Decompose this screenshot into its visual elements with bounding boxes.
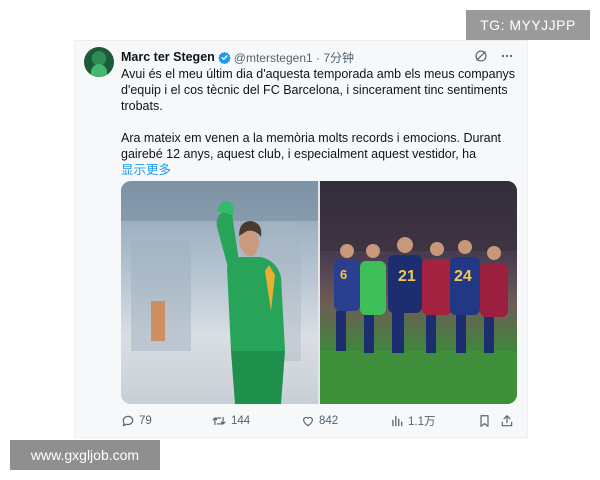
like-button[interactable]: 842 xyxy=(301,414,390,428)
retweet-button[interactable]: 144 xyxy=(211,414,301,428)
grok-icon[interactable] xyxy=(473,48,489,64)
action-bar: 79 144 842 1.1万 xyxy=(121,411,521,431)
tweet-paragraph-1: Avui és el meu últim dia d'aquesta tempo… xyxy=(121,67,516,113)
svg-text:21: 21 xyxy=(398,268,416,285)
more-icon[interactable] xyxy=(499,48,515,64)
retweet-icon xyxy=(212,416,226,426)
header-icons xyxy=(473,48,515,64)
display-name[interactable]: Marc ter Stegen xyxy=(121,50,215,64)
tweet-paragraph-2: Ara mateix em venen a la memòria molts r… xyxy=(121,131,502,161)
goalkeeper-illustration xyxy=(121,181,318,404)
tweet-card[interactable]: Marc ter Stegen @mterstegen1 · 7分钟 Avui … xyxy=(74,40,528,438)
tweet-media[interactable]: 21 24 6 xyxy=(121,181,517,404)
reply-count: 79 xyxy=(139,415,152,427)
bookmark-button[interactable] xyxy=(478,414,500,428)
share-icon xyxy=(501,415,513,427)
svg-text:6: 6 xyxy=(340,267,347,282)
views-button[interactable]: 1.1万 xyxy=(390,413,478,429)
reply-icon xyxy=(122,415,134,427)
reply-button[interactable]: 79 xyxy=(121,414,211,428)
like-icon xyxy=(303,416,313,427)
views-count: 1.1万 xyxy=(408,416,436,428)
avatar[interactable] xyxy=(84,47,114,77)
team-huddle-illustration: 21 24 6 xyxy=(320,181,517,404)
verified-badge-icon xyxy=(217,51,231,64)
tweet-text: Avui és el meu últim dia d'aquesta tempo… xyxy=(121,66,521,178)
views-icon xyxy=(392,415,403,427)
show-more-link[interactable]: 显示更多 xyxy=(121,162,521,178)
handle-and-time[interactable]: @mterstegen1 · 7分钟 xyxy=(234,49,354,66)
share-button[interactable] xyxy=(500,414,518,428)
photo-goalkeeper-applauding[interactable] xyxy=(121,181,318,404)
tweet-header: Marc ter Stegen @mterstegen1 · 7分钟 xyxy=(121,49,354,65)
retweet-count: 144 xyxy=(231,415,251,427)
watermark-top: TG: MYYJJPP xyxy=(466,10,590,40)
svg-text:24: 24 xyxy=(454,268,472,285)
like-count: 842 xyxy=(319,415,339,427)
photo-team-huddle[interactable]: 21 24 6 xyxy=(320,181,517,404)
bookmark-icon xyxy=(480,415,489,427)
watermark-bottom: www.gxgljob.com xyxy=(10,440,160,470)
